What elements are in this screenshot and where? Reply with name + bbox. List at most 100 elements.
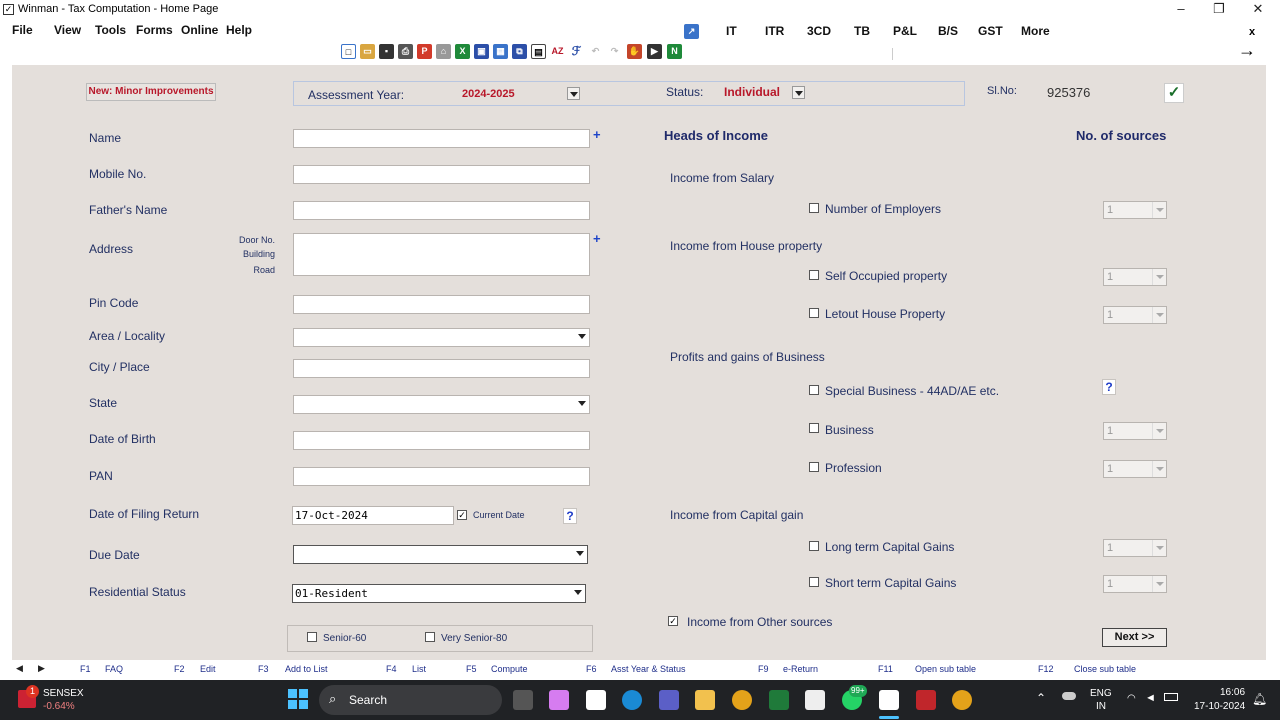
video-icon[interactable]: ▶	[647, 44, 662, 59]
menu-online[interactable]: Online	[181, 23, 218, 37]
save-icon[interactable]: ▪	[379, 44, 394, 59]
pin-code-input[interactable]	[293, 295, 590, 314]
az-sort-icon[interactable]: AZ	[550, 44, 565, 59]
f5-compute[interactable]: Compute	[491, 664, 528, 674]
calculator-icon[interactable]: ▦	[493, 44, 508, 59]
quick-gst[interactable]: GST	[978, 24, 1003, 38]
profession-checkbox[interactable]	[809, 462, 819, 472]
chrome-second-icon[interactable]	[952, 690, 972, 710]
menu-view[interactable]: View	[54, 23, 81, 37]
calculator-taskbar-icon[interactable]	[805, 690, 825, 710]
close-tab-button[interactable]: x	[1249, 26, 1255, 38]
edge-browser-icon[interactable]	[622, 690, 642, 710]
winman-red-icon[interactable]	[916, 690, 936, 710]
pan-input[interactable]	[293, 467, 590, 486]
f3-add-to-list[interactable]: Add to List	[285, 664, 328, 674]
ltcg-count-select[interactable]: 1	[1103, 539, 1167, 557]
residential-status-select[interactable]: 01-Resident	[292, 584, 586, 603]
print-icon[interactable]: ⎙	[398, 44, 413, 59]
quick-pl[interactable]: P&L	[893, 24, 917, 38]
menu-tools[interactable]: Tools	[95, 23, 126, 37]
clock-date[interactable]: 17-10-2024	[1194, 701, 1245, 712]
f2-edit[interactable]: Edit	[200, 664, 216, 674]
filing-date-input[interactable]: 17-Oct-2024	[292, 506, 454, 525]
name-input[interactable]	[293, 129, 590, 148]
search-box[interactable]: ⌕ Search	[319, 685, 502, 715]
other-sources-checkbox[interactable]: ✓	[668, 616, 678, 626]
minimize-button[interactable]: –	[1163, 0, 1199, 20]
senior-60-checkbox[interactable]	[307, 632, 317, 642]
excel-icon[interactable]: X	[455, 44, 470, 59]
copy-icon[interactable]: ⧉	[512, 44, 527, 59]
menu-file[interactable]: File	[12, 23, 33, 37]
winman-taskbar-icon[interactable]	[879, 690, 899, 710]
f9-ereturn[interactable]: e-Return	[783, 664, 818, 674]
confirm-check-button[interactable]: ✓	[1164, 83, 1184, 103]
quick-bs[interactable]: B/S	[938, 24, 958, 38]
pdf-icon[interactable]: P	[417, 44, 432, 59]
employers-checkbox[interactable]	[809, 203, 819, 213]
quick-3cd[interactable]: 3CD	[807, 24, 831, 38]
quick-it[interactable]: IT	[726, 24, 737, 38]
battery-icon[interactable]	[1164, 693, 1178, 701]
business-count-select[interactable]: 1	[1103, 422, 1167, 440]
add-address-plus-icon[interactable]: +	[593, 231, 601, 246]
profession-count-select[interactable]: 1	[1103, 460, 1167, 478]
f12-close-sub-table[interactable]: Close sub table	[1074, 664, 1136, 674]
state-select[interactable]	[293, 395, 590, 414]
quick-more[interactable]: More	[1021, 24, 1050, 38]
n-app-icon[interactable]: N	[667, 44, 682, 59]
close-window-button[interactable]: ✕	[1240, 0, 1276, 20]
status-dropdown[interactable]	[792, 86, 805, 99]
f6-asst-year[interactable]: Asst Year & Status	[611, 664, 686, 674]
lock-icon[interactable]: ▣	[474, 44, 489, 59]
todo-check-icon[interactable]	[586, 690, 606, 710]
clock-time[interactable]: 16:06	[1220, 687, 1245, 698]
new-improvements-badge[interactable]: New: Minor Improvements	[86, 83, 216, 101]
scroll-right-icon[interactable]: ▶	[38, 663, 48, 675]
special-business-help-icon[interactable]: ?	[1102, 379, 1116, 395]
employers-count-select[interactable]: 1	[1103, 201, 1167, 219]
letout-count-select[interactable]: 1	[1103, 306, 1167, 324]
home-icon[interactable]: ⌂	[436, 44, 451, 59]
excel-taskbar-icon[interactable]	[769, 690, 789, 710]
open-folder-icon[interactable]: ▭	[360, 44, 375, 59]
chrome-icon[interactable]	[732, 690, 752, 710]
task-view-icon[interactable]	[513, 690, 533, 710]
self-occupied-count-select[interactable]: 1	[1103, 268, 1167, 286]
f11-open-sub-table[interactable]: Open sub table	[915, 664, 976, 674]
tools-icon[interactable]: ✋	[627, 44, 642, 59]
windows-start-icon[interactable]	[288, 689, 308, 709]
assessment-year-dropdown[interactable]	[567, 87, 580, 100]
teams-icon[interactable]	[659, 690, 679, 710]
file-explorer-icon[interactable]	[695, 690, 715, 710]
special-business-checkbox[interactable]	[809, 385, 819, 395]
spell-check-icon[interactable]: ℱ	[569, 44, 584, 59]
redo-icon[interactable]: ↷	[607, 44, 622, 59]
scroll-left-icon[interactable]: ◀	[16, 663, 26, 675]
very-senior-80-checkbox[interactable]	[425, 632, 435, 642]
menu-help[interactable]: Help	[226, 23, 252, 37]
add-name-plus-icon[interactable]: +	[593, 127, 601, 142]
undo-icon[interactable]: ↶	[588, 44, 603, 59]
lang-in[interactable]: IN	[1096, 701, 1106, 712]
f1-faq[interactable]: FAQ	[105, 664, 123, 674]
ltcg-checkbox[interactable]	[809, 541, 819, 551]
refresh-arrow-icon[interactable]: ↗	[684, 24, 699, 39]
father-name-input[interactable]	[293, 201, 590, 220]
menu-forms[interactable]: Forms	[136, 23, 173, 37]
self-occupied-checkbox[interactable]	[809, 270, 819, 280]
speaker-icon[interactable]: ◄	[1145, 692, 1156, 704]
stcg-checkbox[interactable]	[809, 577, 819, 587]
document-icon[interactable]: ▤	[531, 44, 546, 59]
letout-checkbox[interactable]	[809, 308, 819, 318]
due-date-select[interactable]	[293, 545, 588, 564]
quick-tb[interactable]: TB	[854, 24, 870, 38]
current-date-checkbox[interactable]: ✓	[457, 510, 467, 520]
dob-input[interactable]	[293, 431, 590, 450]
business-checkbox[interactable]	[809, 423, 819, 433]
wifi-icon[interactable]: ◠	[1127, 693, 1136, 704]
stcg-count-select[interactable]: 1	[1103, 575, 1167, 593]
maximize-button[interactable]: ❐	[1201, 0, 1237, 20]
f4-list[interactable]: List	[412, 664, 426, 674]
